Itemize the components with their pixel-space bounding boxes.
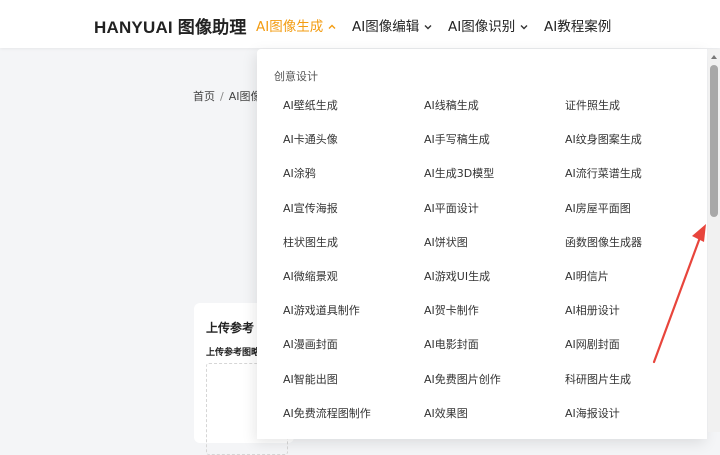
menu-item[interactable]: AI游戏道具制作 (283, 302, 360, 318)
menu-item[interactable]: 柱状图生成 (283, 234, 338, 250)
menu-item[interactable]: AI涂鸦 (283, 165, 316, 181)
menu-item[interactable]: AI饼状图 (424, 234, 468, 250)
menu-item[interactable]: AI纹身图案生成 (565, 131, 642, 147)
nav-ai-image-editing[interactable]: AI图像编辑 (352, 15, 433, 35)
nav-ai-image-recognition[interactable]: AI图像识别 (448, 15, 529, 35)
menu-item[interactable]: 证件照生成 (565, 97, 620, 113)
menu-item[interactable]: AI漫画封面 (283, 336, 338, 352)
site-logo[interactable]: HANYUAI 图像助理 (94, 13, 247, 38)
menu-item[interactable]: 科研图片生成 (565, 371, 631, 387)
menu-item[interactable]: AI生成3D模型 (424, 165, 494, 181)
nav-ai-tutorials[interactable]: AI教程案例 (544, 15, 611, 35)
menu-item[interactable]: AI网剧封面 (565, 336, 620, 352)
menu-item[interactable]: AI免费流程图制作 (283, 405, 371, 421)
breadcrumb-separator: / (220, 90, 224, 103)
menu-item[interactable]: 函数图像生成器 (565, 234, 642, 250)
menu-item[interactable]: AI流行菜谱生成 (565, 165, 642, 181)
chevron-down-icon (519, 22, 529, 32)
menu-item[interactable]: AI手写稿生成 (424, 131, 490, 147)
nav-ai-image-generation[interactable]: AI图像生成 (256, 15, 337, 35)
menu-item[interactable]: AI微缩景观 (283, 268, 338, 284)
nav-label: AI图像生成 (256, 19, 324, 35)
nav-label: AI图像识别 (448, 19, 516, 35)
scrollbar-thumb[interactable] (710, 65, 718, 217)
menu-item[interactable]: AI相册设计 (565, 302, 620, 318)
upload-subtitle: 上传参考图略 (206, 348, 261, 358)
menu-item[interactable]: AI平面设计 (424, 200, 479, 216)
menu-item[interactable]: AI明信片 (565, 268, 609, 284)
nav-label: AI教程案例 (544, 19, 612, 35)
menu-item[interactable]: AI线稿生成 (424, 97, 479, 113)
menu-item[interactable]: AI贺卡制作 (424, 302, 479, 318)
menu-item[interactable]: AI免费图片创作 (424, 371, 501, 387)
annotation-arrow-icon (652, 224, 706, 364)
menu-item[interactable]: AI智能出图 (283, 371, 338, 387)
menu-item[interactable]: AI房屋平面图 (565, 200, 631, 216)
menu-item[interactable]: AI效果图 (424, 405, 468, 421)
upload-title: 上传参考 (206, 321, 255, 335)
menu-item[interactable]: AI宣传海报 (283, 200, 338, 216)
chevron-up-icon (327, 22, 337, 32)
menu-item[interactable]: AI海报设计 (565, 405, 620, 421)
scroll-up-arrow-icon[interactable] (711, 55, 717, 59)
section-title-creative-design: 创意设计 (274, 70, 318, 83)
chevron-down-icon (423, 22, 433, 32)
menu-item[interactable]: AI电影封面 (424, 336, 479, 352)
menu-item[interactable]: AI游戏UI生成 (424, 268, 490, 284)
menu-item[interactable]: AI卡通头像 (283, 131, 338, 147)
breadcrumb: 首页 / AI图像 (193, 88, 262, 104)
top-navbar: HANYUAI 图像助理 AI图像生成 AI图像编辑 AI图像识别 AI教程案例 (0, 0, 720, 48)
nav-label: AI图像编辑 (352, 19, 420, 35)
breadcrumb-home[interactable]: 首页 (193, 90, 215, 103)
menu-item[interactable]: AI壁纸生成 (283, 97, 338, 113)
